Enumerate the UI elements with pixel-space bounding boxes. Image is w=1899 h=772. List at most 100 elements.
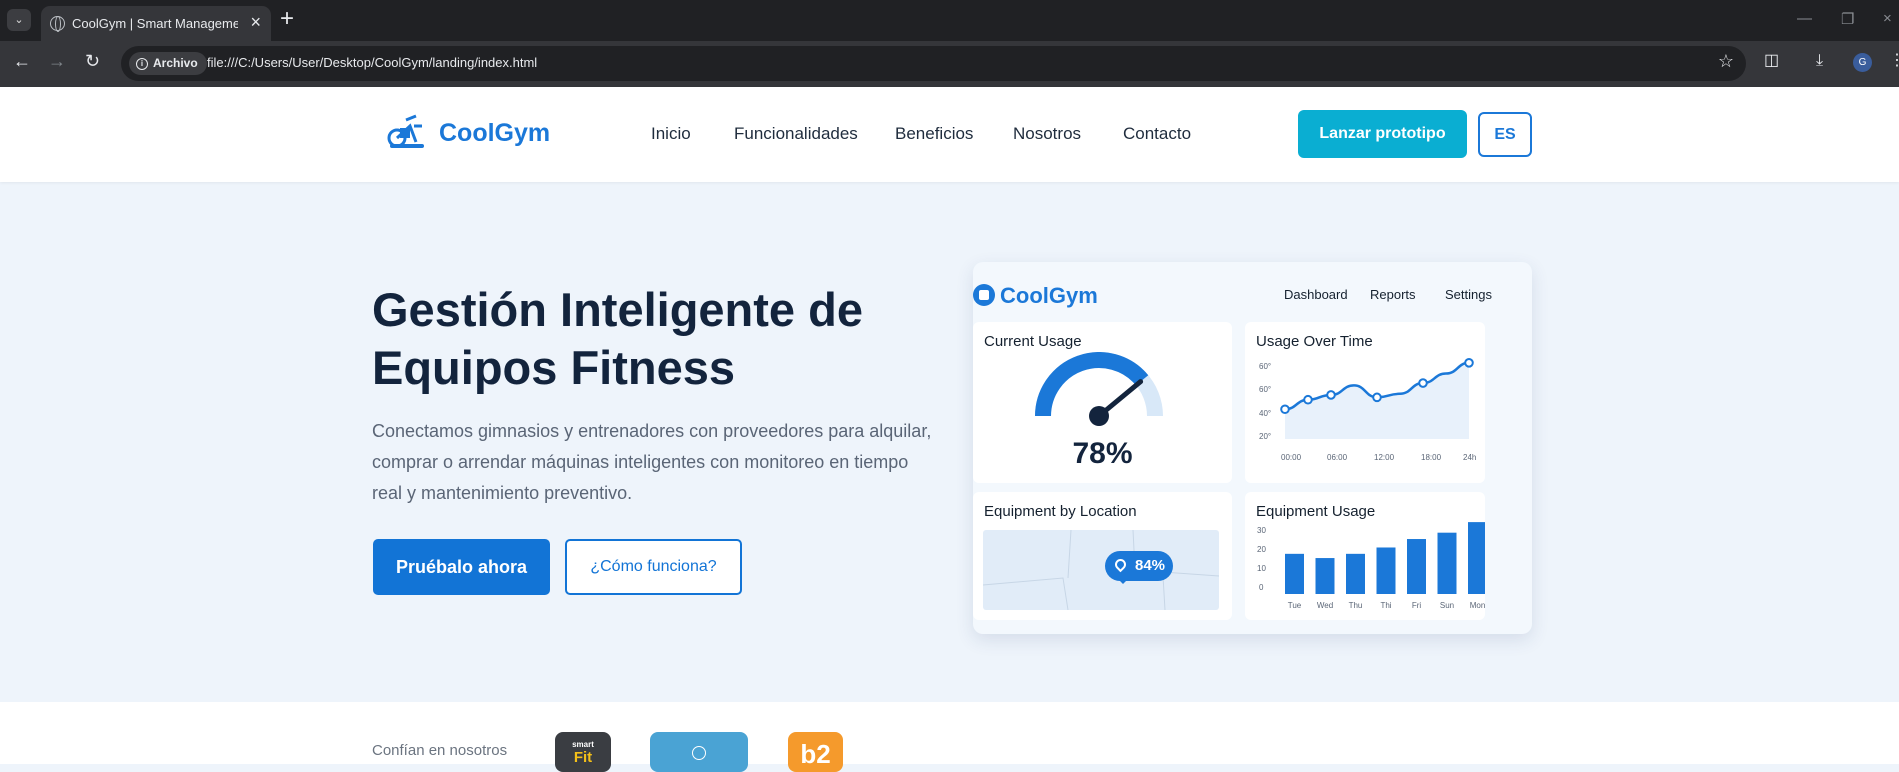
dashboard-preview: CoolGym Dashboard Reports Settings Curre… xyxy=(973,262,1532,634)
dashboard-logo-text: CoolGym xyxy=(1000,283,1098,308)
data-point xyxy=(1326,390,1336,400)
dashboard-logo-icon xyxy=(973,284,995,306)
location-map: 84% xyxy=(983,530,1219,610)
y-tick-label: 10 xyxy=(1257,564,1266,573)
data-point xyxy=(1464,358,1474,368)
equipment-usage-card: Equipment Usage 0 10 20 30 Tue Wed Thu Thi F… xyxy=(1245,492,1485,620)
partner-logo-smartfit: smart Fit xyxy=(555,732,611,772)
close-window-icon[interactable]: × xyxy=(1883,10,1892,27)
x-tick-label: 06:00 xyxy=(1327,453,1348,462)
y-tick-label: 30 xyxy=(1257,526,1266,535)
x-tick-label: Tue xyxy=(1288,601,1302,610)
location-pin: 84% xyxy=(1105,551,1173,584)
current-usage-title: Current Usage xyxy=(984,333,1082,350)
bar xyxy=(1468,522,1485,594)
dashboard-nav-settings: Settings xyxy=(1445,287,1492,302)
hero-subtitle: Conectamos gimnasios y entrenadores con … xyxy=(372,421,932,503)
bar xyxy=(1437,532,1457,594)
language-button[interactable]: ES xyxy=(1478,112,1532,157)
usage-line-chart: 20° 40° 60° 60° 00:00 06:00 12:00 18:00 … xyxy=(1259,358,1476,462)
download-icon[interactable]: ⤓ xyxy=(1816,52,1823,70)
tab-list-chevron-icon[interactable]: ⌄ xyxy=(7,9,31,31)
map-pin-icon xyxy=(1112,556,1129,573)
address-bar[interactable]: i Archivo file:///C:/Users/User/Desktop/… xyxy=(121,46,1746,81)
browser-tab[interactable]: CoolGym | Smart Management × xyxy=(41,6,271,41)
globe-icon xyxy=(50,16,65,32)
launch-prototype-button[interactable]: Lanzar prototipo xyxy=(1298,110,1467,158)
how-it-works-button[interactable]: ¿Cómo funciona? xyxy=(565,539,742,595)
equipment-by-location-card: Equipment by Location 84% xyxy=(973,492,1232,620)
browser-tab-strip: ⌄ CoolGym | Smart Management × + — ❐ × xyxy=(0,0,1899,41)
site-info-badge[interactable]: i Archivo xyxy=(129,52,207,75)
new-tab-icon[interactable]: + xyxy=(280,7,294,31)
nav-link-funcionalidades[interactable]: Funcionalidades xyxy=(734,124,858,144)
partner-logo-sport xyxy=(650,732,748,772)
gauge-fill xyxy=(1035,352,1149,417)
y-tick-label: 20 xyxy=(1257,545,1266,554)
bar xyxy=(1407,539,1426,594)
equipment-by-location-title: Equipment by Location xyxy=(984,503,1137,520)
bookmark-star-icon[interactable]: ☆ xyxy=(1718,51,1734,72)
current-usage-value: 78% xyxy=(1072,437,1133,470)
x-tick-label: Thu xyxy=(1349,601,1363,610)
x-tick-label: Wed xyxy=(1317,601,1333,610)
bike-logo-icon[interactable] xyxy=(386,114,426,150)
data-point xyxy=(1303,394,1313,405)
restore-icon[interactable]: ❐ xyxy=(1841,10,1854,28)
bar xyxy=(1376,547,1396,594)
location-pin-value: 84% xyxy=(1135,557,1166,574)
menu-kebab-icon[interactable]: ⋮ xyxy=(1889,52,1899,70)
x-tick-label: Fri xyxy=(1412,601,1422,610)
forward-icon[interactable]: → xyxy=(48,52,66,70)
gauge-hub xyxy=(1089,406,1109,426)
nav-link-beneficios[interactable]: Beneficios xyxy=(895,124,973,144)
dashboard-nav-dashboard: Dashboard xyxy=(1284,287,1348,302)
x-tick-label: Thi xyxy=(1380,601,1391,610)
url-text[interactable]: file:///C:/Users/User/Desktop/CoolGym/la… xyxy=(207,55,537,70)
nav-link-inicio[interactable]: Inicio xyxy=(651,124,691,144)
usage-over-time-card: Usage Over Time 20° 40° 60° 60° 00:00 06… xyxy=(1245,322,1485,483)
data-point xyxy=(1280,404,1290,415)
partner-logo-main: Fit xyxy=(573,749,593,766)
bar xyxy=(1346,553,1365,594)
reload-icon[interactable]: ↻ xyxy=(85,52,100,70)
bar xyxy=(1285,553,1304,594)
extensions-icon[interactable]: ◫ xyxy=(1764,52,1779,70)
partner-logo-b2: b2 xyxy=(788,732,843,772)
x-tick-label: Mon xyxy=(1470,601,1485,610)
try-now-button[interactable]: Pruébalo ahora xyxy=(373,539,550,595)
site-logo-text[interactable]: CoolGym xyxy=(439,119,550,148)
tab-close-icon[interactable]: × xyxy=(250,13,261,31)
hero-title: Gestión Inteligente de Equipos Fitness xyxy=(372,283,863,394)
map-borders xyxy=(983,530,1219,610)
x-tick-label: 24h xyxy=(1463,453,1476,462)
data-point xyxy=(1418,378,1428,388)
trust-label: Confían en nosotros xyxy=(372,742,508,759)
site-info-label: Archivo xyxy=(153,56,198,70)
trust-section: Confían en nosotros smart Fit b2 xyxy=(0,702,1899,772)
data-point xyxy=(1372,392,1382,403)
profile-avatar[interactable]: G xyxy=(1853,53,1872,72)
compass-icon xyxy=(692,746,706,760)
y-tick-label: 60° xyxy=(1259,385,1271,394)
partner-logo-top: smart xyxy=(572,740,594,749)
y-tick-label: 40° xyxy=(1259,409,1271,418)
back-icon[interactable]: ← xyxy=(13,52,31,70)
nav-link-nosotros[interactable]: Nosotros xyxy=(1013,124,1081,144)
dashboard-nav-reports: Reports xyxy=(1370,287,1416,302)
x-tick-label: 00:00 xyxy=(1281,453,1302,462)
bar xyxy=(1315,558,1335,594)
y-tick-label: 0 xyxy=(1259,583,1264,592)
nav-link-contacto[interactable]: Contacto xyxy=(1123,124,1191,144)
current-usage-card: Current Usage 78% xyxy=(973,322,1232,483)
x-tick-label: 12:00 xyxy=(1374,453,1395,462)
site-header: CoolGym Inicio Funcionalidades Beneficio… xyxy=(0,87,1899,182)
x-tick-label: Sun xyxy=(1440,601,1454,610)
y-tick-label: 20° xyxy=(1259,432,1271,441)
y-tick-label: 60° xyxy=(1259,362,1271,371)
tab-title: CoolGym | Smart Management xyxy=(72,16,238,31)
x-tick-label: 18:00 xyxy=(1421,453,1442,462)
info-icon: i xyxy=(136,58,148,70)
equipment-usage-bar-chart: 0 10 20 30 Tue Wed Thu Thi Fri Sun Mon xyxy=(1257,522,1485,610)
minimize-icon[interactable]: — xyxy=(1797,10,1812,27)
